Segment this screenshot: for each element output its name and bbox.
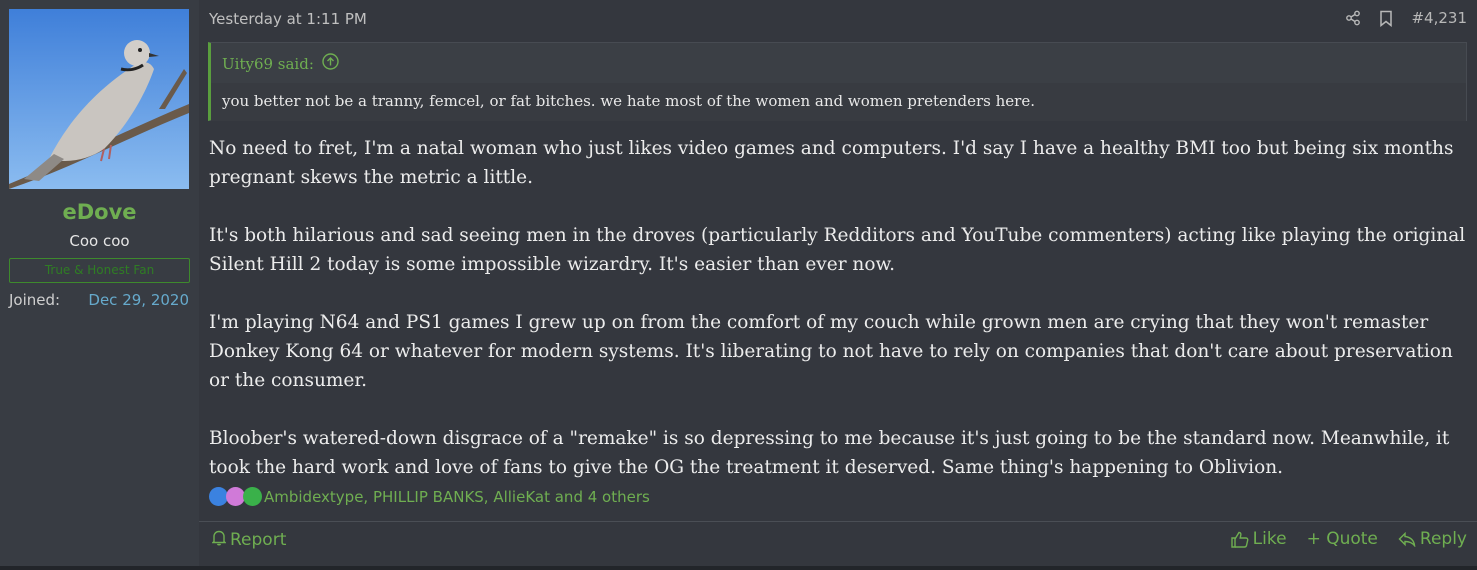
thumbs-up-icon	[1230, 531, 1249, 548]
user-title: Coo coo	[69, 232, 130, 250]
reactions-list[interactable]: Ambidextype, PHILLIP BANKS, AllieKat and…	[264, 488, 650, 506]
avatar[interactable]	[9, 9, 189, 189]
bell-icon	[211, 529, 227, 551]
check-reaction-icon	[243, 487, 262, 506]
reactions-bar: Ambidextype, PHILLIP BANKS, AllieKat and…	[209, 487, 650, 506]
post-footer: Report Like + Quote Reply	[199, 521, 1477, 566]
footer-actions: Like + Quote Reply	[1230, 529, 1467, 549]
report-label: Report	[230, 530, 287, 550]
user-cell: eDove Coo coo True & Honest Fan Joined: …	[0, 0, 199, 566]
message-paragraph: No need to fret, I'm a natal woman who j…	[209, 138, 1454, 188]
arrow-up-circle-icon[interactable]	[322, 53, 339, 74]
like-label: Like	[1252, 529, 1287, 549]
like-button[interactable]: Like	[1230, 529, 1287, 549]
quote-author[interactable]: Uity69 said:	[222, 55, 314, 73]
quote-header[interactable]: Uity69 said:	[222, 53, 339, 74]
post-top-actions: #4,231	[1345, 9, 1467, 27]
report-button[interactable]: Report	[211, 529, 287, 551]
quote-label: + Quote	[1306, 529, 1378, 549]
message-paragraph: Bloober's watered-down disgrace of a "re…	[209, 428, 1450, 478]
reply-label: Reply	[1419, 529, 1467, 549]
username[interactable]: eDove	[0, 200, 199, 224]
post-main: Yesterday at 1:11 PM #4,231 Uity69 said:	[199, 0, 1477, 566]
bookmark-icon[interactable]	[1379, 10, 1393, 27]
quote-block: Uity69 said: you better not be a tranny,…	[208, 42, 1467, 121]
quote-text: you better not be a tranny, femcel, or f…	[211, 83, 1466, 121]
post-number[interactable]: #4,231	[1411, 9, 1467, 27]
share-icon[interactable]	[1345, 10, 1361, 26]
joined-value: Dec 29, 2020	[88, 291, 189, 309]
reaction-icons[interactable]	[209, 487, 262, 506]
reply-arrow-icon	[1398, 531, 1416, 547]
message-paragraph: It's both hilarious and sad seeing men i…	[209, 225, 1466, 275]
quote-button[interactable]: + Quote	[1307, 529, 1378, 549]
user-banner: True & Honest Fan	[9, 258, 190, 283]
message-paragraph: I'm playing N64 and PS1 games I grew up …	[209, 312, 1453, 391]
message-body: No need to fret, I'm a natal woman who j…	[209, 134, 1467, 511]
reply-button[interactable]: Reply	[1398, 529, 1467, 549]
page-bottom-divider	[0, 566, 1477, 570]
post-date[interactable]: Yesterday at 1:11 PM	[209, 10, 367, 28]
post: eDove Coo coo True & Honest Fan Joined: …	[0, 0, 1477, 566]
joined-label: Joined:	[9, 291, 61, 309]
